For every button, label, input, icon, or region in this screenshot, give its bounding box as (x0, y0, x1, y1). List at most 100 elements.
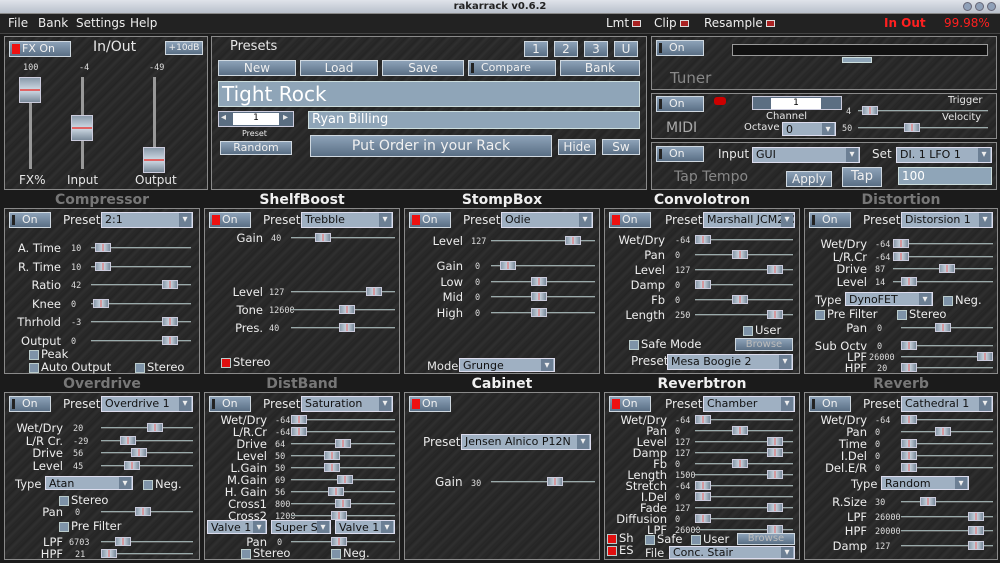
convolotron-length-slider[interactable] (695, 310, 793, 319)
convolotron-user-checkbox[interactable]: User (743, 323, 781, 337)
distband-wet-dry-knob[interactable] (291, 415, 307, 424)
distortion-on-button[interactable]: On (809, 212, 851, 228)
distortion-stereo-checkbox[interactable]: Stereo (897, 307, 946, 321)
midi-on-button[interactable]: On (656, 96, 704, 112)
compressor-r-time-slider[interactable] (91, 261, 191, 271)
convolotron-browse-button[interactable]: Browse (735, 338, 793, 351)
plus10db-button[interactable]: +10dB (165, 41, 203, 55)
new-button[interactable]: New (218, 60, 296, 76)
reverbtron-stretch-slider[interactable] (695, 481, 793, 490)
overdrive-preset-select[interactable]: Overdrive 1 (101, 396, 193, 412)
distortion-prefilter-checkbox[interactable]: Pre Filter (815, 307, 877, 321)
distortion-hpf-knob[interactable] (901, 363, 917, 372)
reverbtron-preset-select[interactable]: Chamber (703, 396, 795, 412)
reverb-i-del-slider[interactable] (901, 451, 993, 460)
overdrive-hpf-knob[interactable] (101, 549, 117, 558)
random-button[interactable]: Random (220, 141, 292, 155)
shelfboost-tone-slider[interactable] (291, 305, 395, 314)
reverbtron-wet-dry-slider[interactable] (695, 415, 793, 424)
reverbtron-es-checkbox[interactable]: ES (607, 543, 634, 557)
distband-type-high[interactable]: Valve 1 (335, 520, 395, 534)
overdrive-lpf-knob[interactable] (115, 537, 131, 546)
reverb-lpf-slider[interactable] (901, 511, 993, 521)
reverb-r-size-knob[interactable] (920, 497, 936, 506)
reverbtron-file-select[interactable]: Conc. Stair (669, 546, 795, 559)
convolotron-wet-dry-slider[interactable] (695, 235, 793, 244)
reverb-on-button[interactable]: On (809, 396, 851, 412)
distband-m-gain-slider[interactable] (291, 475, 395, 484)
overdrive-lpf-slider[interactable] (101, 537, 193, 546)
distortion-l-r-cr-slider[interactable] (893, 251, 993, 261)
stompbox-low-knob[interactable] (531, 276, 547, 286)
overdrive-wet-dry-knob[interactable] (147, 423, 163, 432)
shelfboost-preset-select[interactable]: Trebble (301, 212, 393, 228)
author-field[interactable]: Ryan Billing (308, 111, 640, 129)
counter-right-icon[interactable]: ▸ (283, 112, 288, 123)
convolotron-preset2-select[interactable]: Mesa Boogie 2 (667, 354, 793, 370)
distband-l-r-cr-slider[interactable] (291, 427, 395, 436)
tuner-on-button[interactable]: On (656, 40, 704, 56)
reverb-damp-knob[interactable] (968, 540, 984, 550)
distband-cross2-slider[interactable] (291, 511, 395, 520)
distband-preset-select[interactable]: Saturation (301, 396, 393, 412)
compressor-preset-select[interactable]: 2:1 (101, 212, 193, 228)
distband-l-gain-knob[interactable] (324, 463, 340, 472)
convolotron-fb-knob[interactable] (732, 295, 748, 304)
tap-button[interactable]: Tap (842, 167, 882, 187)
stompbox-low-slider[interactable] (491, 276, 595, 286)
peak-checkbox[interactable]: Peak (29, 347, 68, 361)
stompbox-on-button[interactable]: On (409, 212, 451, 228)
hide-button[interactable]: Hide (558, 139, 596, 155)
reverbtron-length-slider[interactable] (695, 470, 793, 479)
compressor-stereo-checkbox[interactable]: Stereo (135, 360, 184, 374)
convolotron-length-knob[interactable] (767, 310, 783, 319)
compressor-thrhold-knob[interactable] (162, 317, 178, 326)
convolotron-level-slider[interactable] (695, 265, 793, 274)
distband-pan-slider[interactable] (291, 537, 395, 546)
tap-on-button[interactable]: On (656, 146, 704, 162)
velocity-knob[interactable] (904, 123, 920, 132)
apply-button[interactable]: Apply (786, 171, 832, 187)
distortion-level-knob[interactable] (901, 276, 917, 286)
reverbtron-on-button[interactable]: On (609, 396, 651, 412)
reverb-r-size-slider[interactable] (901, 497, 993, 506)
convolotron-fb-slider[interactable] (695, 295, 793, 304)
counter-left-icon[interactable]: ◂ (221, 112, 226, 123)
distortion-pan-slider[interactable] (901, 323, 993, 332)
bank-button[interactable]: Bank (560, 60, 640, 76)
overdrive-drive-slider[interactable] (101, 448, 193, 457)
auto-output-checkbox[interactable]: Auto Output (29, 360, 111, 374)
shelfboost-pres-slider[interactable] (291, 323, 395, 332)
reverb-hpf-knob[interactable] (968, 526, 984, 535)
overdrive-l-r-cr-knob[interactable] (120, 435, 136, 445)
reverbtron-fb-knob[interactable] (732, 459, 748, 468)
overdrive-on-button[interactable]: On (9, 396, 51, 412)
compare-button[interactable]: Compare (468, 60, 556, 76)
distband-level-knob[interactable] (324, 451, 340, 460)
preset-name-field[interactable]: Tight Rock (218, 81, 640, 107)
distband-drive-slider[interactable] (291, 439, 395, 448)
distband-type-mid[interactable]: Super So (271, 520, 331, 534)
bpm-field[interactable]: 100 (898, 167, 992, 185)
reverbtron-pan-slider[interactable] (695, 426, 793, 435)
stompbox-mid-knob[interactable] (531, 292, 547, 301)
stompbox-high-slider[interactable] (491, 307, 595, 317)
reverb-damp-slider[interactable] (901, 540, 993, 550)
close-icon[interactable] (987, 2, 996, 11)
distband-l-gain-slider[interactable] (291, 463, 395, 472)
preset-counter[interactable]: ◂ 1 ▸ (218, 111, 294, 127)
stompbox-gain-slider[interactable] (491, 261, 595, 270)
stompbox-high-knob[interactable] (531, 307, 547, 317)
convolotron-level-knob[interactable] (767, 265, 783, 274)
velocity-slider[interactable] (858, 123, 988, 132)
compressor-on-button[interactable]: On (9, 212, 51, 228)
save-button[interactable]: Save (382, 60, 464, 76)
distband-l-r-cr-knob[interactable] (291, 427, 307, 436)
reverbtron-browse-button[interactable]: Browse (737, 533, 795, 545)
distband-cross1-slider[interactable] (291, 499, 395, 508)
reverbtron-wet-dry-knob[interactable] (695, 415, 711, 424)
convolotron-damp-slider[interactable] (695, 280, 793, 289)
reverb-hpf-slider[interactable] (901, 526, 993, 535)
compressor-output-knob[interactable] (162, 335, 178, 345)
reverb-del-e-r-knob[interactable] (901, 463, 917, 472)
